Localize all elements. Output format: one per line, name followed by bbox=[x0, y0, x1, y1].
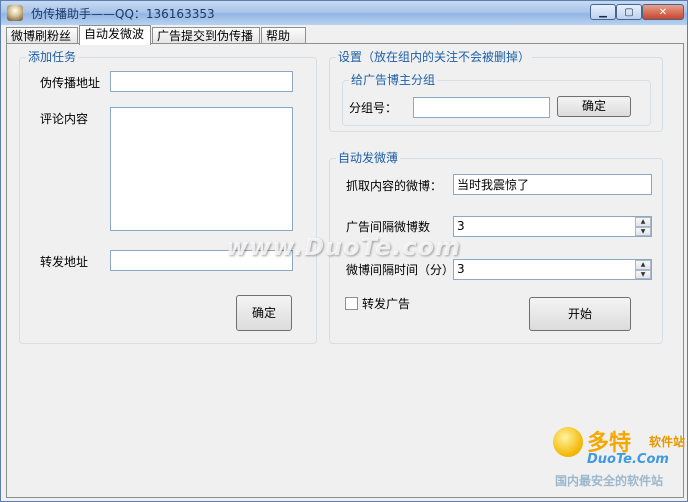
forward-url-label: 转发地址 bbox=[40, 255, 89, 269]
add-task-legend: 添加任务 bbox=[26, 50, 79, 64]
group-number-label: 分组号： bbox=[349, 101, 398, 115]
title-bar[interactable]: 伪传播助手——QQ：136163353 ▁ ▢ ✕ bbox=[1, 1, 687, 25]
start-button[interactable]: 开始 bbox=[529, 297, 631, 331]
post-interval-value: 3 bbox=[457, 262, 465, 276]
forward-ad-label: 转发广告 bbox=[362, 297, 411, 311]
mascot-icon bbox=[553, 427, 583, 457]
post-interval-spin-buttons: ▲ ▼ bbox=[635, 260, 651, 279]
spin-up-icon[interactable]: ▲ bbox=[635, 217, 651, 227]
group-number-input[interactable] bbox=[413, 97, 550, 118]
tab-help[interactable]: 帮助 bbox=[261, 27, 306, 44]
logo-domain-text: DuoTe.Com bbox=[587, 452, 669, 467]
auto-post-legend: 自动发微薄 bbox=[336, 151, 401, 165]
spin-up-icon[interactable]: ▲ bbox=[635, 260, 651, 270]
comment-textarea[interactable] bbox=[110, 107, 293, 231]
app-icon bbox=[7, 5, 23, 21]
minimize-button[interactable]: ▁ bbox=[590, 4, 616, 20]
spin-down-icon[interactable]: ▼ bbox=[635, 226, 651, 236]
spread-url-input[interactable] bbox=[110, 71, 293, 92]
logo-small-text: 软件站 bbox=[649, 435, 686, 449]
post-interval-spinner[interactable]: 3 ▲ ▼ bbox=[453, 259, 652, 280]
settings-legend: 设置（放在组内的关注不会被删掉） bbox=[336, 50, 533, 64]
ad-interval-value: 3 bbox=[457, 219, 465, 233]
logo-slogan-text: 国内最安全的软件站 bbox=[555, 474, 664, 488]
forward-ad-checkbox[interactable] bbox=[345, 297, 358, 310]
ad-interval-spinner[interactable]: 3 ▲ ▼ bbox=[453, 216, 652, 237]
ad-blogger-group: 给广告博主分组 分组号： 确定 bbox=[342, 73, 651, 126]
watermark-text: www.DuoTe.com bbox=[226, 233, 461, 261]
add-task-group: 添加任务 伪传播地址 评论内容 转发地址 确定 bbox=[19, 50, 317, 344]
comment-label: 评论内容 bbox=[40, 112, 89, 126]
window-title: 伪传播助手——QQ：136163353 bbox=[31, 7, 215, 21]
spread-url-label: 伪传播地址 bbox=[40, 76, 101, 90]
fetch-source-label: 抓取内容的微博： bbox=[346, 179, 443, 193]
settings-confirm-button[interactable]: 确定 bbox=[557, 96, 631, 117]
ad-interval-spin-buttons: ▲ ▼ bbox=[635, 217, 651, 236]
maximize-button[interactable]: ▢ bbox=[616, 4, 642, 20]
spin-down-icon[interactable]: ▼ bbox=[635, 269, 651, 279]
add-task-confirm-button[interactable]: 确定 bbox=[236, 295, 292, 331]
fetch-source-input[interactable] bbox=[453, 174, 652, 195]
post-interval-label: 微博间隔时间（分） bbox=[346, 263, 455, 277]
close-button[interactable]: ✕ bbox=[642, 4, 684, 20]
app-window: 伪传播助手——QQ：136163353 ▁ ▢ ✕ 微博刷粉丝 自动发微波 广告… bbox=[0, 0, 688, 502]
settings-group: 设置（放在组内的关注不会被删掉） 给广告博主分组 分组号： 确定 bbox=[329, 50, 663, 132]
tab-auto-post[interactable]: 自动发微波 bbox=[79, 25, 151, 45]
tab-ad-submit[interactable]: 广告提交到伪传播 bbox=[152, 27, 260, 44]
ad-blogger-legend: 给广告博主分组 bbox=[349, 73, 438, 87]
duote-logo: 多特 软件站 DuoTe.Com 国内最安全的软件站 bbox=[553, 425, 686, 497]
tab-weibo-fans[interactable]: 微博刷粉丝 bbox=[6, 27, 78, 44]
